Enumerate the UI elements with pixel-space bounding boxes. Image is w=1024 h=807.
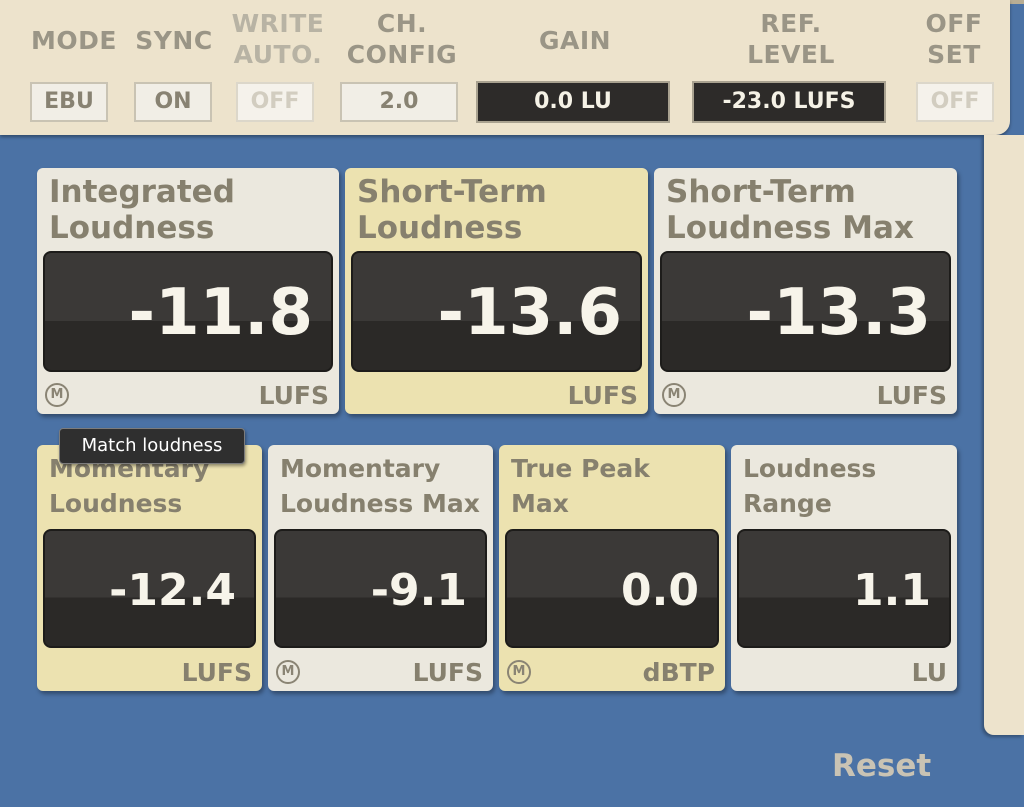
loudness-range-card: Loudness Range 1.1 LU bbox=[731, 445, 957, 691]
momentary-loudness-card: Momentary Loudness -12.4 LUFS bbox=[37, 445, 262, 691]
integrated-loudness-unit: LUFS bbox=[258, 381, 329, 410]
momentary-loudness-max-title: Momentary Loudness Max bbox=[280, 454, 480, 518]
short-term-loudness-max-card: Short-Term Loudness Max -13.3 M LUFS bbox=[654, 168, 957, 414]
true-peak-max-card: True Peak Max 0.0 M dBTP bbox=[499, 445, 725, 691]
settings-header: MODE SYNC WRITE AUTO. CH. CONFIG GAIN RE… bbox=[0, 0, 1010, 135]
sync-button[interactable]: ON bbox=[134, 82, 212, 122]
mode-button[interactable]: EBU bbox=[30, 82, 108, 122]
integrated-loudness-card: Integrated Loudness -11.8 M LUFS bbox=[37, 168, 339, 414]
short-term-loudness-title: Short-Term Loudness bbox=[357, 174, 547, 246]
momentary-loudness-unit: LUFS bbox=[181, 658, 252, 687]
ch-config-button[interactable]: 2.0 bbox=[340, 82, 458, 122]
write-auto-button[interactable]: OFF bbox=[236, 82, 314, 122]
ch-config-label: CH. CONFIG bbox=[346, 9, 458, 69]
mode-label: MODE bbox=[31, 26, 117, 55]
ref-level-display[interactable]: -23.0 LUFS bbox=[692, 81, 886, 123]
match-loudness-tooltip: Match loudness bbox=[59, 428, 245, 464]
short-term-loudness-max-value: -13.3 bbox=[660, 251, 951, 372]
loudness-range-unit: LU bbox=[911, 658, 947, 687]
true-peak-max-title: True Peak Max bbox=[511, 454, 650, 518]
short-term-loudness-unit: LUFS bbox=[567, 381, 638, 410]
write-auto-label: WRITE AUTO. bbox=[231, 9, 325, 69]
match-loudness-icon[interactable]: M bbox=[507, 660, 531, 684]
sync-label: SYNC bbox=[135, 26, 213, 55]
short-term-loudness-max-unit: LUFS bbox=[876, 381, 947, 410]
short-term-loudness-value: -13.6 bbox=[351, 251, 642, 372]
true-peak-max-value: 0.0 bbox=[505, 529, 719, 648]
short-term-loudness-card: Short-Term Loudness -13.6 LUFS bbox=[345, 168, 648, 414]
loudness-range-title: Loudness Range bbox=[743, 454, 877, 518]
momentary-loudness-value: -12.4 bbox=[43, 529, 256, 648]
reset-button[interactable]: Reset bbox=[832, 748, 931, 784]
momentary-loudness-max-card: Momentary Loudness Max -9.1 M LUFS bbox=[268, 445, 493, 691]
integrated-loudness-title: Integrated Loudness bbox=[49, 174, 235, 246]
gain-display[interactable]: 0.0 LU bbox=[476, 81, 670, 123]
loudness-range-value: 1.1 bbox=[737, 529, 951, 648]
gain-label: GAIN bbox=[538, 26, 612, 55]
match-loudness-icon[interactable]: M bbox=[662, 383, 686, 407]
match-loudness-icon[interactable]: M bbox=[276, 660, 300, 684]
ref-level-label: REF. LEVEL bbox=[747, 9, 835, 69]
offset-button[interactable]: OFF bbox=[916, 82, 994, 122]
match-loudness-icon[interactable]: M bbox=[45, 383, 69, 407]
offset-label: OFF SET bbox=[925, 9, 983, 69]
true-peak-max-unit: dBTP bbox=[642, 658, 715, 687]
side-panel bbox=[984, 135, 1024, 735]
short-term-loudness-max-title: Short-Term Loudness Max bbox=[666, 174, 914, 246]
momentary-loudness-max-unit: LUFS bbox=[412, 658, 483, 687]
integrated-loudness-value: -11.8 bbox=[43, 251, 333, 372]
momentary-loudness-max-value: -9.1 bbox=[274, 529, 487, 648]
